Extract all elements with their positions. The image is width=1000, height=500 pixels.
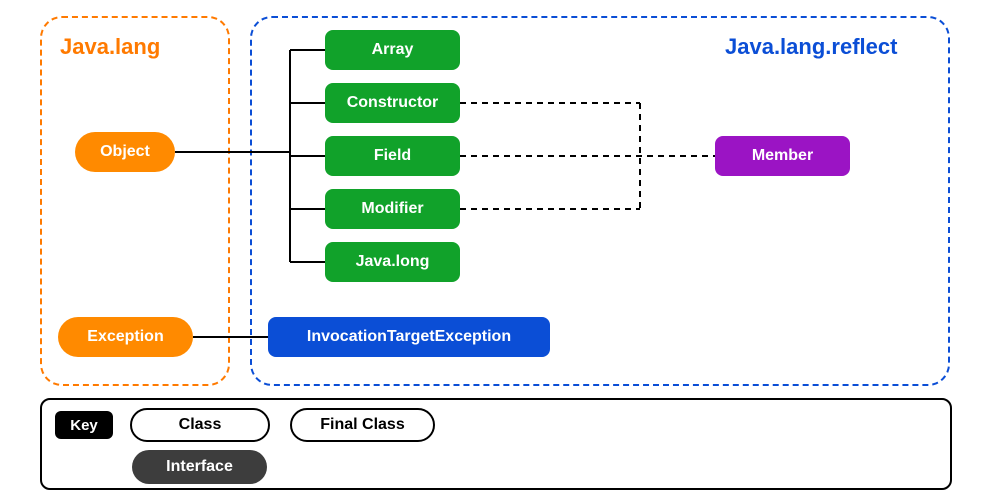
key-final-class: Final Class (290, 408, 435, 442)
node-exception: Exception (58, 317, 193, 357)
key-badge: Key (55, 411, 113, 439)
node-java-long: Java.long (325, 242, 460, 282)
key-class: Class (130, 408, 270, 442)
node-invocation-target-exception: InvocationTargetException (268, 317, 550, 357)
node-field: Field (325, 136, 460, 176)
node-modifier: Modifier (325, 189, 460, 229)
node-array: Array (325, 30, 460, 70)
package-title-reflect: Java.lang.reflect (725, 34, 897, 60)
node-member: Member (715, 136, 850, 176)
package-title-lang: Java.lang (60, 34, 160, 60)
key-interface: Interface (132, 450, 267, 484)
node-object: Object (75, 132, 175, 172)
node-constructor: Constructor (325, 83, 460, 123)
